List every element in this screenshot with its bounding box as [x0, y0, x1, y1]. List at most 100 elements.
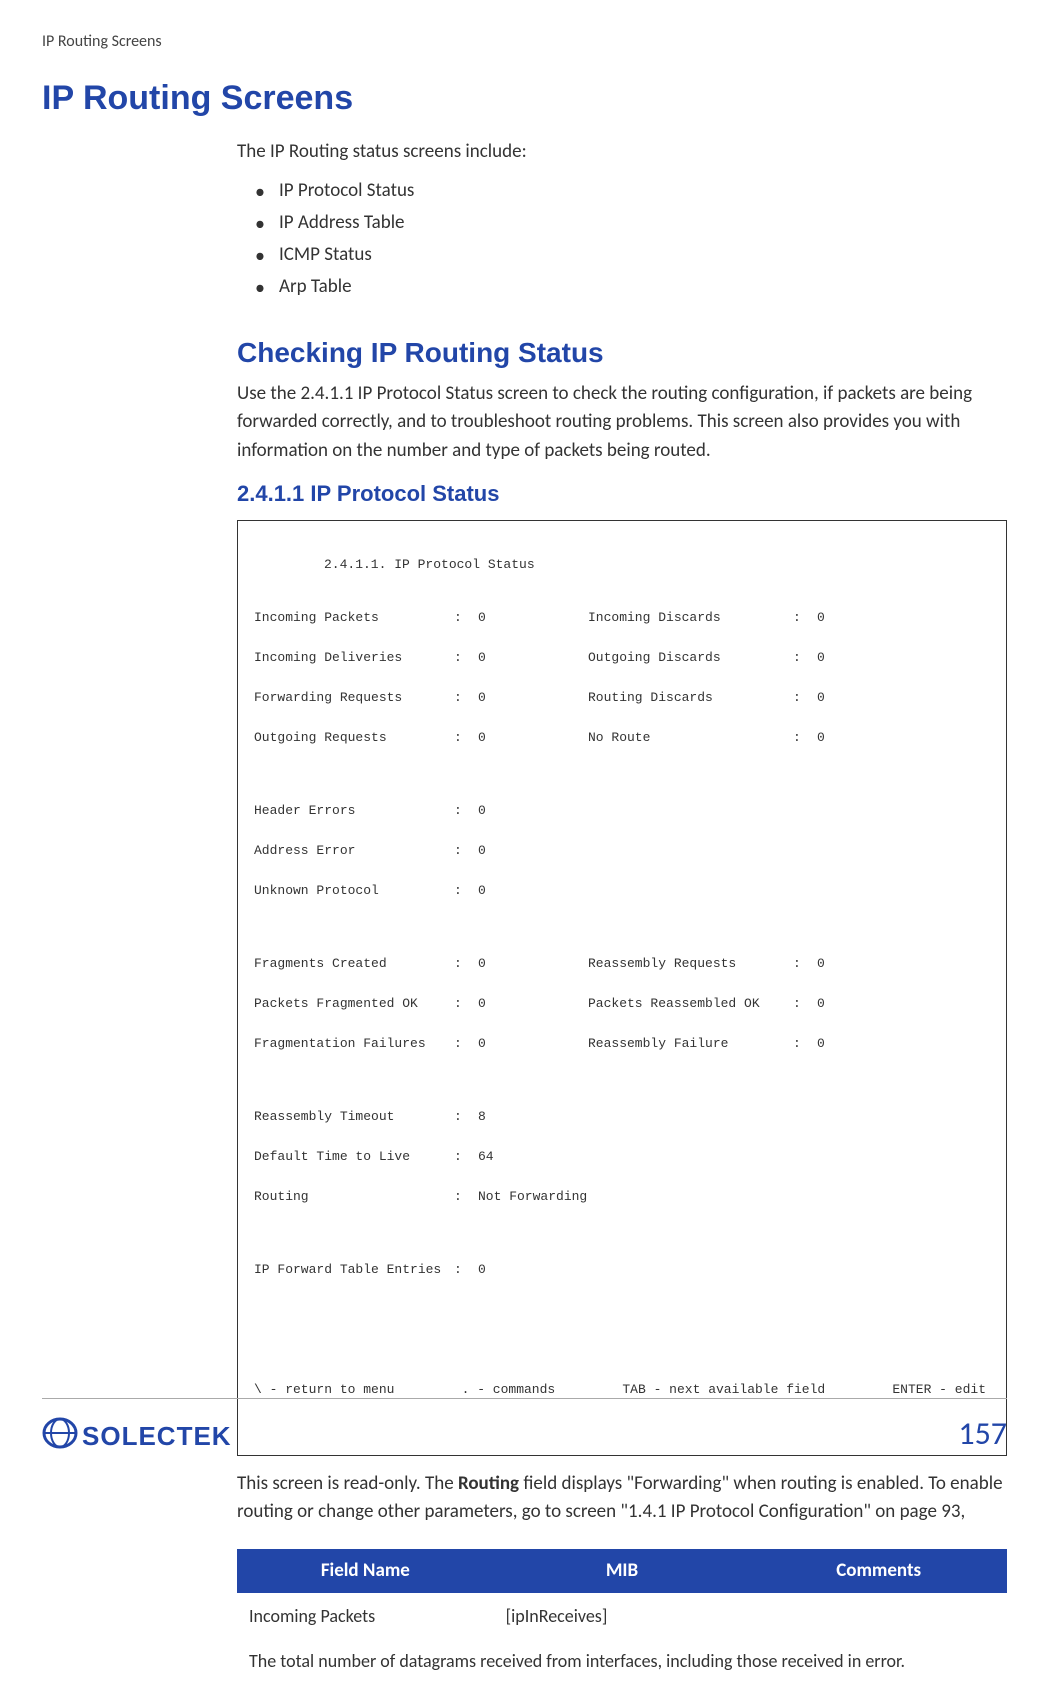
- terminal-row: Outgoing Requests:0No Route:0: [254, 728, 990, 748]
- terminal-label: Routing: [254, 1187, 454, 1207]
- list-item: Arp Table: [279, 271, 1007, 303]
- terminal-row: Reassembly Timeout:8: [254, 1107, 990, 1127]
- terminal-label: Incoming Packets: [254, 608, 454, 628]
- terminal-value: 0: [478, 608, 588, 628]
- table-header-cell: Comments: [750, 1549, 1007, 1594]
- terminal-row: Incoming Deliveries:0Outgoing Discards:0: [254, 648, 990, 668]
- terminal-colon: :: [793, 1034, 817, 1054]
- terminal-colon: :: [454, 1034, 478, 1054]
- table-description-cell: The total number of datagrams received f…: [237, 1640, 1007, 1693]
- bold-text: Routing: [458, 1472, 519, 1495]
- page-title-h1: IP Routing Screens: [0, 51, 1049, 118]
- terminal-value: 8: [478, 1107, 588, 1127]
- list-item: IP Address Table: [279, 207, 1007, 239]
- terminal-row: Forwarding Requests:0Routing Discards:0: [254, 688, 990, 708]
- terminal-row: Unknown Protocol:0: [254, 881, 990, 901]
- table-header-cell: MIB: [494, 1549, 751, 1594]
- bullet-list: IP Protocol Status IP Address Table ICMP…: [237, 175, 1007, 304]
- terminal-label: Incoming Deliveries: [254, 648, 454, 668]
- terminal-value: 0: [478, 994, 588, 1014]
- body-paragraph: This screen is read-only. The Routing fi…: [237, 1470, 1007, 1527]
- terminal-colon: :: [454, 648, 478, 668]
- terminal-value: 0: [817, 1034, 825, 1054]
- terminal-label: Address Error: [254, 841, 454, 861]
- section-paragraph: Use the 2.4.1.1 IP Protocol Status scree…: [237, 380, 1007, 466]
- intro-paragraph: The IP Routing status screens include:: [237, 138, 1007, 167]
- terminal-row: Routing:Not Forwarding: [254, 1187, 990, 1207]
- text-span: This screen is read-only. The: [237, 1472, 458, 1495]
- terminal-colon: :: [454, 841, 478, 861]
- table-row: The total number of datagrams received f…: [237, 1640, 1007, 1693]
- terminal-colon: :: [454, 994, 478, 1014]
- terminal-label: Outgoing Requests: [254, 728, 454, 748]
- terminal-label: Fragments Created: [254, 954, 454, 974]
- section-title-h2: Checking IP Routing Status: [237, 332, 1007, 374]
- table-header-cell: Field Name: [237, 1549, 494, 1594]
- terminal-label: Default Time to Live: [254, 1147, 454, 1167]
- terminal-label: Header Errors: [254, 801, 454, 821]
- terminal-colon: :: [793, 688, 817, 708]
- terminal-colon: :: [793, 608, 817, 628]
- table-cell: [ipInReceives]: [494, 1593, 751, 1640]
- terminal-label: No Route: [588, 728, 793, 748]
- terminal-colon: :: [793, 954, 817, 974]
- svg-text:SOLECTEK: SOLECTEK: [82, 1421, 232, 1451]
- terminal-label: Reassembly Requests: [588, 954, 793, 974]
- terminal-colon: :: [793, 994, 817, 1014]
- terminal-value: 0: [478, 881, 588, 901]
- terminal-row: Fragmentation Failures:0Reassembly Failu…: [254, 1034, 990, 1054]
- terminal-label: IP Forward Table Entries: [254, 1260, 454, 1280]
- terminal-value: 0: [478, 1034, 588, 1054]
- terminal-value: 0: [478, 688, 588, 708]
- terminal-value: 0: [817, 648, 825, 668]
- terminal-row: IP Forward Table Entries:0: [254, 1260, 990, 1280]
- running-header: IP Routing Screens: [0, 0, 1049, 51]
- terminal-value: 0: [817, 728, 825, 748]
- terminal-label: Reassembly Failure: [588, 1034, 793, 1054]
- terminal-value: 0: [817, 688, 825, 708]
- terminal-colon: :: [454, 1107, 478, 1127]
- terminal-value: 0: [478, 841, 588, 861]
- list-item: ICMP Status: [279, 239, 1007, 271]
- mib-table: Field Name MIB Comments Incoming Packets…: [237, 1549, 1007, 1693]
- terminal-row: Packets Fragmented OK:0Packets Reassembl…: [254, 994, 990, 1014]
- terminal-row: Default Time to Live:64: [254, 1147, 990, 1167]
- terminal-value: 0: [817, 994, 825, 1014]
- terminal-colon: :: [793, 648, 817, 668]
- terminal-colon: :: [454, 881, 478, 901]
- terminal-label: Packets Reassembled OK: [588, 994, 793, 1014]
- terminal-colon: :: [454, 1187, 478, 1207]
- terminal-value: 0: [478, 801, 588, 821]
- terminal-value: Not Forwarding: [478, 1187, 588, 1207]
- terminal-label: Outgoing Discards: [588, 648, 793, 668]
- terminal-label: Unknown Protocol: [254, 881, 454, 901]
- terminal-value: 0: [817, 954, 825, 974]
- terminal-row: Header Errors:0: [254, 801, 990, 821]
- terminal-row: Incoming Packets:0Incoming Discards:0: [254, 608, 990, 628]
- terminal-value: 0: [478, 954, 588, 974]
- table-row: Incoming Packets [ipInReceives]: [237, 1593, 1007, 1640]
- terminal-value: 0: [817, 608, 825, 628]
- terminal-value: 0: [478, 648, 588, 668]
- terminal-screen: 2.4.1.1. IP Protocol Status Incoming Pac…: [237, 520, 1007, 1456]
- terminal-colon: :: [454, 954, 478, 974]
- terminal-label: Forwarding Requests: [254, 688, 454, 708]
- terminal-colon: :: [793, 728, 817, 748]
- terminal-row: Address Error:0: [254, 841, 990, 861]
- terminal-colon: :: [454, 608, 478, 628]
- section-title-h3: 2.4.1.1 IP Protocol Status: [237, 477, 1007, 510]
- list-item: IP Protocol Status: [279, 175, 1007, 207]
- table-cell: Incoming Packets: [237, 1593, 494, 1640]
- terminal-colon: :: [454, 728, 478, 748]
- footer-divider: [42, 1398, 1007, 1399]
- terminal-value: 64: [478, 1147, 588, 1167]
- terminal-colon: :: [454, 801, 478, 821]
- terminal-label: Incoming Discards: [588, 608, 793, 628]
- page-number: 157: [958, 1414, 1007, 1453]
- terminal-value: 0: [478, 1260, 588, 1280]
- page-footer: SOLECTEK 157: [42, 1398, 1007, 1457]
- terminal-colon: :: [454, 688, 478, 708]
- terminal-row: Fragments Created:0Reassembly Requests:0: [254, 954, 990, 974]
- terminal-colon: :: [454, 1260, 478, 1280]
- terminal-label: Routing Discards: [588, 688, 793, 708]
